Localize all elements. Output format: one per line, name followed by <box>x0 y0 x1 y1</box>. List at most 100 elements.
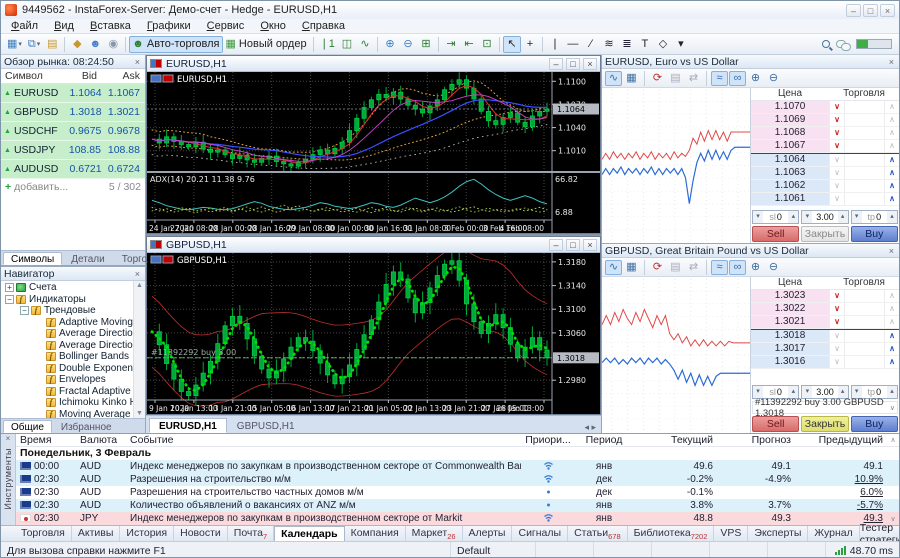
close-position-button[interactable]: Закрыть <box>801 226 848 242</box>
transfer-button[interactable]: ⇄ <box>685 71 702 86</box>
title-bar[interactable]: 9449562 - InstaForex-Server: Демо-счет -… <box>1 1 899 19</box>
buy-chevron-icon[interactable]: ∧ <box>884 154 899 166</box>
orders-button[interactable]: ▤ <box>667 260 684 275</box>
buy-chevron-icon[interactable]: ∧ <box>884 290 899 302</box>
market-watch-row[interactable]: ▲USDCHF0.96750.9678 <box>1 122 145 141</box>
spinner-down-icon[interactable]: ▾ <box>802 211 812 223</box>
trend-line-button[interactable]: ∕ <box>582 36 600 53</box>
zoom-out-button[interactable]: ⊖ <box>765 71 782 86</box>
search-icon[interactable] <box>822 40 830 48</box>
maximize-icon[interactable]: □ <box>566 239 580 251</box>
sell-chevron-icon[interactable]: ∨ <box>829 180 844 192</box>
spinner-down-icon[interactable]: ▾ <box>852 211 862 223</box>
menu-item[interactable]: Сервис <box>199 20 253 32</box>
close-icon[interactable]: × <box>6 434 11 446</box>
crosshair-button[interactable]: + <box>521 36 539 53</box>
templates-button[interactable]: ⊡ <box>478 36 496 53</box>
buy-chevron-icon[interactable]: ∧ <box>884 101 899 113</box>
maximize-icon[interactable]: □ <box>566 58 580 70</box>
dom-price-row[interactable]: 1.3022∨∧ <box>751 303 899 316</box>
sell-chevron-icon[interactable]: ∨ <box>829 127 844 139</box>
spinner-up-icon[interactable]: ▴ <box>838 211 848 223</box>
shift-chart-end-button[interactable]: ⇥ <box>442 36 460 53</box>
close-icon[interactable]: × <box>133 269 142 279</box>
toolbox-tab-журнал[interactable]: Журнал <box>808 526 859 542</box>
zoom-in-button[interactable]: ⊕ <box>747 71 764 86</box>
menu-item[interactable]: Вставка <box>82 20 139 32</box>
menu-item[interactable]: Справка <box>294 20 353 32</box>
market-watch-row[interactable]: ▲EURUSD1.10641.1067 <box>1 84 145 103</box>
depth-circles-button[interactable]: ∞ <box>729 260 746 275</box>
dom-price-row[interactable]: 1.1070∨∧ <box>751 101 899 114</box>
buy-button[interactable]: Buy <box>851 416 898 432</box>
sell-chevron-icon[interactable]: ∨ <box>829 154 844 166</box>
menu-item[interactable]: Вид <box>46 20 82 32</box>
calendar-row[interactable]: 02:30AUDРазрешения на строительство м/мд… <box>16 473 899 486</box>
economic-calendar-button[interactable]: ◆ <box>68 36 86 53</box>
new-chart-button[interactable]: ▦▾ <box>4 36 25 53</box>
calendar-row[interactable]: 02:30JPYИндекс менеджеров по закупкам в … <box>16 512 899 525</box>
tile-windows-button[interactable]: ⊞ <box>417 36 435 53</box>
toolbox-tab-маркет[interactable]: Маркет26 <box>406 526 463 542</box>
dom-price-row[interactable]: 1.1062∨∧ <box>751 180 899 193</box>
tree-item[interactable]: +Счета <box>1 282 133 294</box>
zoom-out-button[interactable]: ⊖ <box>765 260 782 275</box>
buy-chevron-icon[interactable]: ∧ <box>884 343 899 355</box>
calendar-row[interactable]: 02:30AUDРазрешения на строительство част… <box>16 486 899 499</box>
community-chat-icon[interactable] <box>836 40 850 49</box>
toolbox-tab-алерты[interactable]: Алерты <box>463 526 513 542</box>
buy-chevron-icon[interactable]: ∧ <box>884 193 899 205</box>
dom-price-row[interactable]: 1.3018∨∧ <box>751 330 899 343</box>
transfer-button[interactable]: ⇄ <box>685 260 702 275</box>
one-click-trading-button[interactable]: ≈ <box>711 71 728 86</box>
minimize-icon[interactable]: – <box>549 239 563 251</box>
sell-chevron-icon[interactable]: ∨ <box>829 316 844 328</box>
candle-chart-mode-button[interactable]: ◫ <box>338 36 356 53</box>
dom-price-row[interactable]: 1.3023∨∧ <box>751 290 899 303</box>
profiles-button[interactable]: ⧉▾ <box>25 36 43 53</box>
dom-price-row[interactable]: 1.1068∨∧ <box>751 127 899 140</box>
sell-chevron-icon[interactable]: ∨ <box>829 167 844 179</box>
dom-price-row[interactable]: 1.1067∨∧ <box>751 140 899 153</box>
market-watch-row[interactable]: ▲USDJPY108.85108.88 <box>1 141 145 160</box>
close-icon[interactable]: × <box>583 58 597 70</box>
chart-tab-2[interactable]: GBPUSD,H1 <box>227 418 305 433</box>
one-click-trading-button[interactable]: ≈ <box>711 260 728 275</box>
vertical-line-button[interactable]: ❘ <box>546 36 564 53</box>
buy-chevron-icon[interactable]: ∧ <box>884 114 899 126</box>
navigator-tab-1[interactable]: Общие <box>3 420 52 433</box>
depth-circles-button[interactable]: ∞ <box>729 71 746 86</box>
close-position-button[interactable]: Закрыть <box>801 416 848 432</box>
scroll-up-icon[interactable]: ∧ <box>887 436 899 444</box>
calendar-row[interactable]: 00:00AUDИндекс менеджеров по закупкам в … <box>16 460 899 473</box>
spinner-up-icon[interactable]: ▴ <box>788 211 798 223</box>
fibonacci-button[interactable]: ≣ <box>618 36 636 53</box>
navigator-tab-2[interactable]: Избранное <box>53 420 120 433</box>
toolbox-tab-торговля[interactable]: Торговля <box>15 526 72 542</box>
toolbox-tab-активы[interactable]: Активы <box>72 526 121 542</box>
spinner-down-icon[interactable]: ▾ <box>753 211 763 223</box>
toolbox-tab-новости[interactable]: Новости <box>174 526 228 542</box>
sell-chevron-icon[interactable]: ∨ <box>829 330 844 342</box>
tree-item[interactable]: fFractal Adaptive Mo <box>1 386 133 398</box>
toolbox-tab-почта[interactable]: Почта7 <box>228 526 274 542</box>
menu-item[interactable]: Файл <box>3 20 46 32</box>
zoom-out-button[interactable]: ⊖ <box>399 36 417 53</box>
toolbox-tab-статьи[interactable]: Статьи678 <box>568 526 628 542</box>
maximize-button[interactable]: □ <box>863 4 878 17</box>
orders-button[interactable]: ▤ <box>667 71 684 86</box>
open-position-row[interactable]: #11392292 buy 3.00 GBPUSD 1.3018∨ <box>752 401 898 414</box>
horizontal-line-button[interactable]: — <box>564 36 582 53</box>
toolbox-tab-компания[interactable]: Компания <box>345 526 406 542</box>
depth-grid-mode-button[interactable]: ▦ <box>623 260 640 275</box>
buy-chevron-icon[interactable]: ∧ <box>884 180 899 192</box>
eurusd-chart[interactable]: ADX(14) 20.21 11.38 9.7666.826.881.11001… <box>147 72 600 233</box>
tree-item[interactable]: fIchimoku Kinko Hyo <box>1 397 133 409</box>
buy-chevron-icon[interactable]: ∧ <box>884 330 899 342</box>
close-icon[interactable]: × <box>583 239 597 251</box>
buy-chevron-icon[interactable]: ∧ <box>884 140 899 152</box>
sell-chevron-icon[interactable]: ∨ <box>829 114 844 126</box>
zoom-in-button[interactable]: ⊕ <box>747 260 764 275</box>
buy-chevron-icon[interactable]: ∧ <box>884 316 899 328</box>
tick-chart-mode-button[interactable]: ∿ <box>605 71 622 86</box>
